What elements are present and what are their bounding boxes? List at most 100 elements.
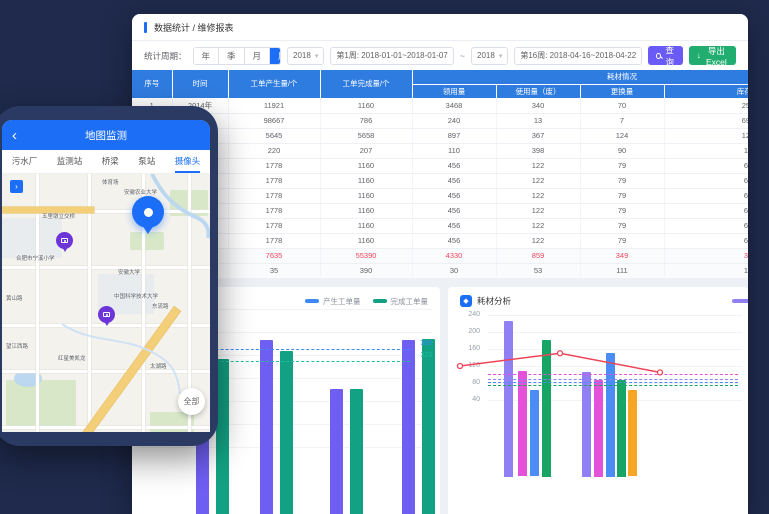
- table-cell: 13: [496, 113, 580, 128]
- reference-line-label: 323: [420, 352, 432, 359]
- all-filter-button[interactable]: 全部: [178, 388, 205, 415]
- table-row-avg: 平均值35390305311114: [132, 263, 748, 278]
- calendar-icon: ▾: [499, 52, 503, 60]
- table-cell: 690: [664, 113, 748, 128]
- camera-pin[interactable]: [56, 232, 73, 249]
- table-cell: 1160: [320, 158, 412, 173]
- table-row[interactable]: 42202071103989019: [132, 143, 748, 158]
- range-start-value: 第1周: 2018-01-01~2018-01-07: [336, 50, 447, 61]
- table-cell: 67: [664, 173, 748, 188]
- tab-摄像头[interactable]: 摄像头: [175, 150, 201, 173]
- table-cell: 122: [496, 203, 580, 218]
- map-label: 东流路: [152, 302, 169, 310]
- map-label: 中国科学技术大学: [114, 292, 158, 300]
- selected-camera-pin[interactable]: [132, 196, 164, 228]
- tab-桥梁[interactable]: 桥梁: [102, 150, 119, 173]
- table-cell: 79: [580, 158, 664, 173]
- year-end-value: 2018: [477, 51, 495, 60]
- bar-产生工单量[interactable]: [260, 340, 273, 514]
- dashboard-card: 数据统计 / 维修报表 统计周期： 年季月周日 2018 ▾ 第1周: 2018…: [132, 14, 748, 514]
- table-row[interactable]: 298667786240137690: [132, 113, 748, 128]
- map-river: [2, 174, 210, 432]
- range-start-input[interactable]: 第1周: 2018-01-01~2018-01-07: [330, 47, 453, 65]
- column-header: 时间: [172, 70, 228, 98]
- table-cell: 129: [664, 128, 748, 143]
- table-cell: 79: [580, 218, 664, 233]
- camera-icon: [103, 312, 110, 317]
- table-row[interactable]: 12014年119211160346834070250: [132, 98, 748, 113]
- table-cell: 207: [320, 143, 412, 158]
- map-label: 安徽农业大学: [124, 188, 157, 196]
- bar-完成工单量[interactable]: [280, 351, 293, 514]
- table-cell: 859: [496, 248, 580, 263]
- map-view[interactable]: › 全部 五里墩立交桥安徽农业大学体育场合肥市宁溪小学安徽大学中国科学技术大学黄…: [2, 174, 210, 432]
- table-cell: 111: [580, 263, 664, 278]
- download-icon: ↓: [697, 51, 701, 60]
- year-end-select[interactable]: 2018 ▾: [471, 47, 508, 65]
- tab-泵站[interactable]: 泵站: [138, 150, 155, 173]
- table-row[interactable]: 10177811604561227967: [132, 233, 748, 248]
- bar-完成工单量[interactable]: [350, 389, 363, 514]
- maintenance-report-table: 序号时间工单产生量/个工单完成量/个耗材情况领用量使用量（废）更换量库存量 12…: [132, 70, 748, 279]
- table-cell: 1778: [228, 188, 320, 203]
- table-cell: 1778: [228, 203, 320, 218]
- query-button-label: 查询: [665, 44, 675, 68]
- export-excel-button[interactable]: ↓ 导出Excel: [689, 46, 736, 65]
- table-cell: 67: [664, 233, 748, 248]
- table-cell: 33: [664, 248, 748, 263]
- table-cell: 240: [412, 113, 496, 128]
- bar-产生工单量[interactable]: [402, 340, 415, 514]
- period-option-月[interactable]: 月: [245, 48, 271, 64]
- back-icon[interactable]: ‹: [12, 128, 17, 143]
- table-cell: 122: [496, 233, 580, 248]
- table-row[interactable]: 5177811604561227967: [132, 158, 748, 173]
- table-cell: 1160: [320, 173, 412, 188]
- table-row[interactable]: 6177811604561227967: [132, 173, 748, 188]
- map-label: 红星美凯龙: [58, 354, 86, 362]
- map-label: 望江西路: [6, 342, 28, 350]
- period-option-周[interactable]: 周: [270, 48, 281, 64]
- table-cell: 1160: [320, 98, 412, 113]
- table-cell: 67: [664, 218, 748, 233]
- table-cell: 14: [664, 263, 748, 278]
- breadcrumb: 数据统计 / 维修报表: [154, 21, 234, 34]
- reference-line-label: 360: [420, 340, 432, 347]
- table-row[interactable]: 7177811604561227967: [132, 188, 748, 203]
- table-panel: 数据统计 / 维修报表 统计周期： 年季月周日 2018 ▾ 第1周: 2018…: [132, 14, 748, 279]
- tab-污水厂[interactable]: 污水厂: [12, 150, 38, 173]
- phone-screen: ‹ 地图监测 污水厂监测站桥梁泵站摄像头: [2, 120, 210, 432]
- map-expand-button[interactable]: ›: [10, 180, 23, 193]
- query-button[interactable]: 查询: [648, 46, 683, 65]
- period-segmented-control[interactable]: 年季月周日: [193, 47, 282, 65]
- table-row[interactable]: 356455658897367124129: [132, 128, 748, 143]
- table-cell: 456: [412, 158, 496, 173]
- tab-监测站[interactable]: 监测站: [57, 150, 83, 173]
- app-header: ‹ 地图监测: [2, 120, 210, 150]
- table-cell: 340: [496, 98, 580, 113]
- bar-完成工单量[interactable]: [422, 339, 435, 514]
- table-cell: 67: [664, 158, 748, 173]
- range-end-input[interactable]: 第16周: 2018-04-16~2018-04-22: [514, 47, 642, 65]
- table-cell: 35: [228, 263, 320, 278]
- chevron-right-icon: ›: [15, 182, 18, 191]
- year-start-select[interactable]: 2018 ▾: [287, 47, 324, 65]
- table-cell: 1778: [228, 173, 320, 188]
- bar-产生工单量[interactable]: [330, 389, 343, 514]
- breadcrumb-row: 数据统计 / 维修报表: [132, 14, 748, 40]
- sub-column-header: 领用量: [412, 84, 496, 98]
- table-cell: 79: [580, 203, 664, 218]
- period-option-季[interactable]: 季: [219, 48, 245, 64]
- table-cell: 122: [496, 218, 580, 233]
- category-tab-bar: 污水厂监测站桥梁泵站摄像头: [2, 150, 210, 174]
- table-cell: 250: [664, 98, 748, 113]
- table-cell: 220: [228, 143, 320, 158]
- table-cell: 79: [580, 233, 664, 248]
- camera-pin[interactable]: [98, 306, 115, 323]
- table-cell: 456: [412, 188, 496, 203]
- table-cell: 1778: [228, 233, 320, 248]
- table-row[interactable]: 9177811604561227967: [132, 218, 748, 233]
- period-option-年[interactable]: 年: [194, 48, 220, 64]
- column-header: 工单完成量/个: [320, 70, 412, 98]
- table-cell: 1160: [320, 203, 412, 218]
- table-row[interactable]: 8177811604561227967: [132, 203, 748, 218]
